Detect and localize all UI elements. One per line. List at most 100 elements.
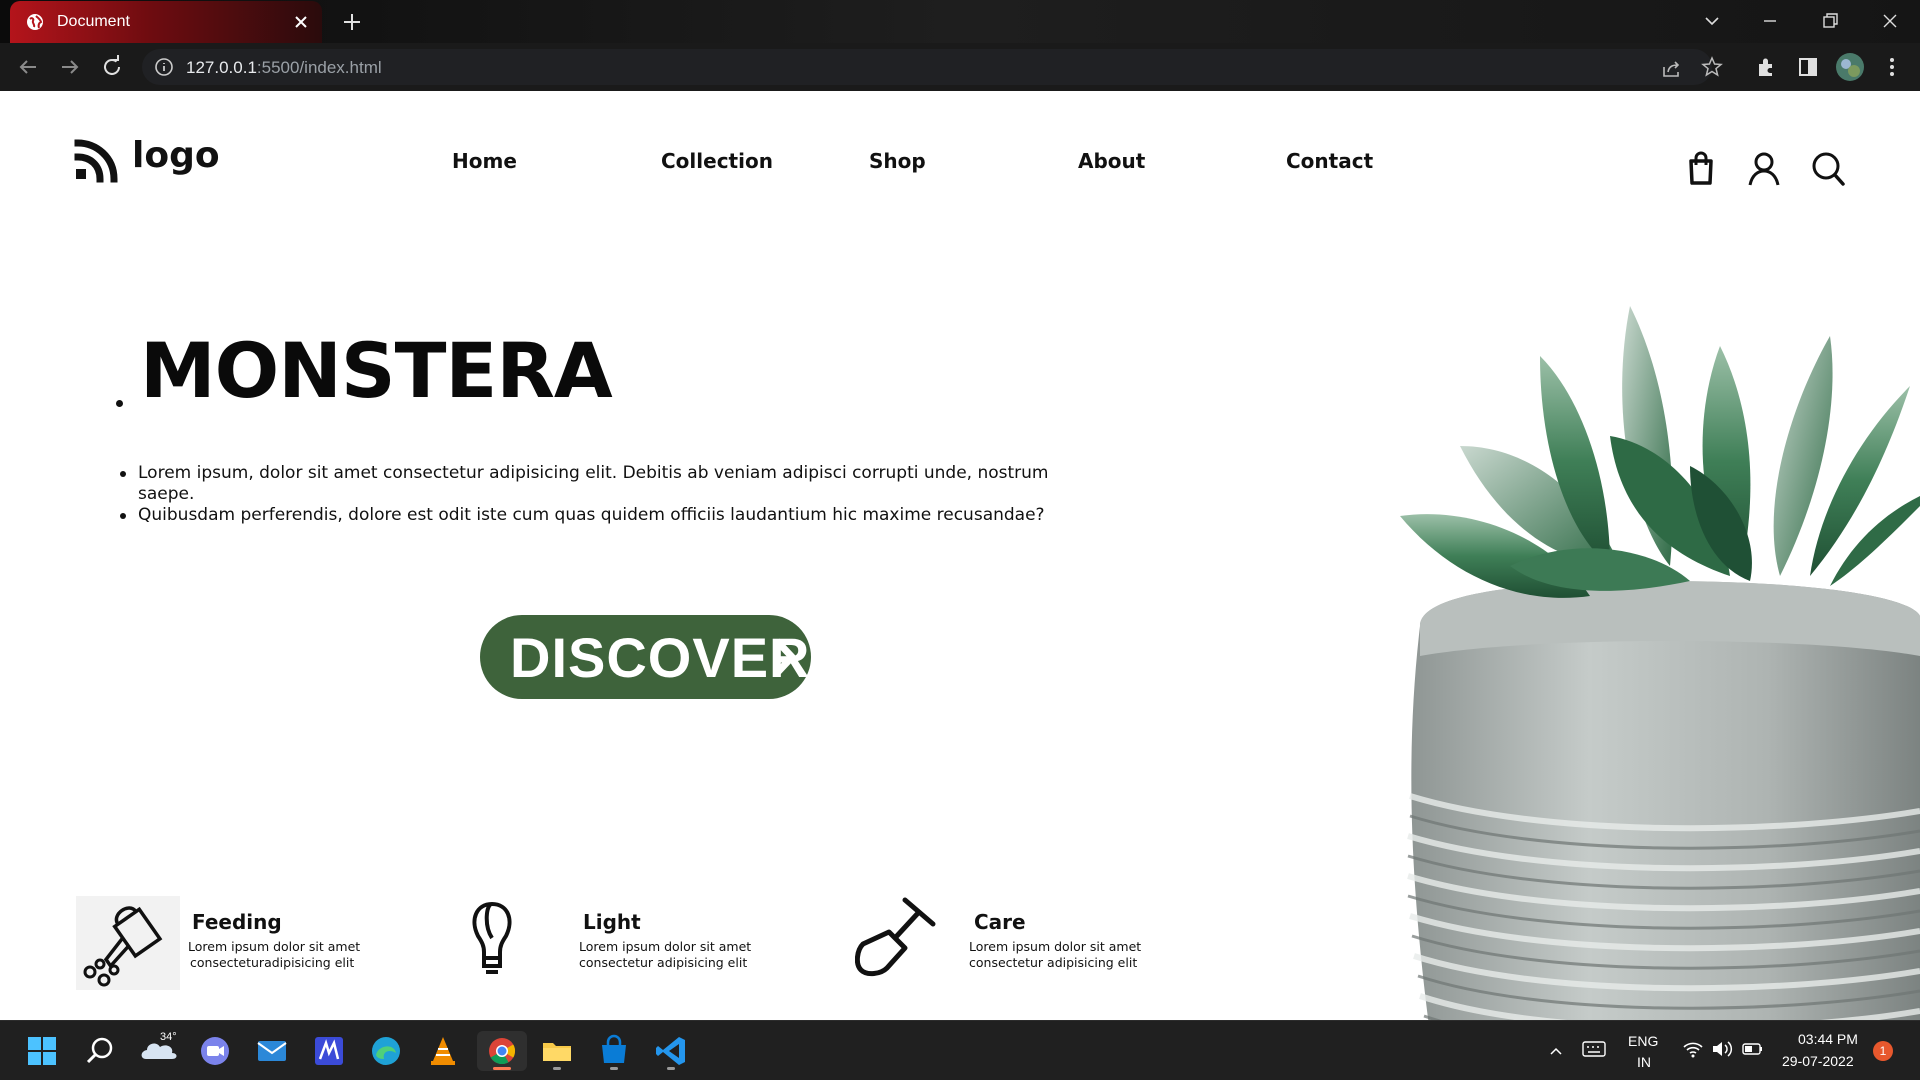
nav-contact[interactable]: Contact: [1286, 149, 1373, 173]
logo-mark-icon: [74, 139, 118, 183]
user-icon[interactable]: [1746, 149, 1782, 189]
list-item: Quibusdam perferendis, dolore est odit i…: [120, 505, 1058, 526]
nav-about[interactable]: About: [1078, 149, 1145, 173]
web-page: logo Home Collection Shop About Contact …: [0, 91, 1920, 1020]
browser-toolbar: 127.0.0.1:5500/index.html: [0, 43, 1920, 91]
chevron-right-icon: [774, 638, 797, 676]
feature-title: Feeding: [192, 910, 282, 934]
share-icon[interactable]: [1660, 57, 1684, 81]
clock-date[interactable]: 29-07-2022: [1782, 1053, 1854, 1069]
notification-badge[interactable]: 1: [1873, 1041, 1893, 1061]
bookmark-star-icon[interactable]: [1700, 55, 1724, 79]
file-explorer-button[interactable]: [537, 1031, 577, 1071]
feature-title: Light: [583, 910, 641, 934]
close-window-button[interactable]: [1866, 6, 1914, 36]
start-button[interactable]: [22, 1031, 62, 1071]
chevron-up-icon[interactable]: [1548, 1043, 1564, 1059]
feature-line-2: consecteturadipisicing elit: [190, 955, 355, 970]
globe-icon: [27, 14, 43, 30]
feature-line-2: consectetur adipisicing elit: [579, 955, 748, 970]
chrome-button[interactable]: [477, 1031, 527, 1071]
back-icon[interactable]: [14, 53, 42, 81]
volume-icon[interactable]: [1711, 1039, 1733, 1059]
vscode-icon: [656, 1037, 685, 1065]
store-icon: [602, 1034, 626, 1063]
windows-icon: [28, 1037, 56, 1065]
lightbulb-icon: [472, 902, 512, 974]
battery-icon[interactable]: [1742, 1041, 1764, 1057]
active-indicator: [493, 1067, 511, 1070]
running-indicator: [553, 1067, 561, 1070]
minimize-button[interactable]: [1746, 6, 1794, 36]
nav-collection[interactable]: Collection: [661, 149, 773, 173]
browser-tab[interactable]: Document: [10, 1, 322, 43]
language-top[interactable]: ENG: [1628, 1033, 1658, 1049]
hero-description-list: Lorem ipsum, dolor sit amet consectetur …: [120, 463, 1058, 526]
nav-shop[interactable]: Shop: [869, 149, 926, 173]
wifi-icon[interactable]: [1682, 1039, 1704, 1059]
watering-can-icon: [76, 896, 180, 990]
tab-search-button[interactable]: [1688, 6, 1736, 36]
clock-time[interactable]: 03:44 PM: [1798, 1031, 1858, 1047]
running-indicator: [610, 1067, 618, 1070]
restore-icon: [1823, 13, 1838, 28]
url-text: 127.0.0.1:5500/index.html: [186, 58, 382, 77]
vlc-icon: [431, 1037, 455, 1065]
keyboard-icon[interactable]: [1582, 1039, 1606, 1059]
list-bullet: [116, 400, 123, 407]
menu-dots-icon[interactable]: [1878, 53, 1906, 81]
chrome-icon: [489, 1038, 516, 1065]
weather-temp: 34°: [160, 1031, 177, 1043]
search-button[interactable]: [80, 1031, 120, 1071]
app-button[interactable]: [309, 1031, 349, 1071]
mail-button[interactable]: [252, 1031, 292, 1071]
side-panel-icon[interactable]: [1794, 53, 1822, 81]
store-button[interactable]: [594, 1031, 634, 1071]
browser-tab-bar: Document: [0, 0, 1920, 43]
teams-chat-button[interactable]: [195, 1031, 235, 1071]
minimize-icon: [1764, 20, 1776, 22]
discover-button[interactable]: DISCOVER: [480, 615, 811, 699]
feature-line-1: Lorem ipsum dolor sit amet: [579, 939, 752, 954]
feature-title: Care: [974, 910, 1026, 934]
site-info-icon[interactable]: [154, 57, 174, 77]
shopping-bag-icon[interactable]: [1683, 149, 1719, 189]
search-icon: [86, 1037, 113, 1064]
tab-title: Document: [57, 13, 130, 30]
logo-text: logo: [132, 135, 220, 176]
app-m-icon: [315, 1037, 343, 1065]
edge-icon: [372, 1037, 400, 1065]
close-icon: [1883, 14, 1897, 28]
reload-icon[interactable]: [98, 53, 126, 81]
vscode-button[interactable]: [651, 1031, 691, 1071]
weather-widget[interactable]: 34°: [138, 1031, 184, 1071]
feature-line-1: Lorem ipsum dolor sit amet: [188, 939, 361, 954]
new-tab-icon[interactable]: [340, 10, 364, 34]
list-item: Lorem ipsum, dolor sit amet consectetur …: [120, 463, 1058, 505]
search-icon[interactable]: [1810, 149, 1846, 189]
running-indicator: [667, 1067, 675, 1070]
extensions-icon[interactable]: [1752, 53, 1780, 81]
shovel-icon: [855, 897, 936, 977]
feature-care: Care Lorem ipsum dolor sit amet consecte…: [855, 896, 1215, 991]
address-bar[interactable]: 127.0.0.1:5500/index.html: [142, 49, 1723, 85]
folder-icon: [543, 1043, 571, 1061]
forward-icon[interactable]: [56, 53, 84, 81]
feature-feeding: Feeding Lorem ipsum dolor sit amet conse…: [76, 896, 436, 991]
feature-line-2: consectetur adipisicing elit: [969, 955, 1138, 970]
close-tab-icon[interactable]: [290, 11, 312, 33]
succulent-pot-image: [1400, 306, 1920, 1020]
language-bottom[interactable]: IN: [1637, 1054, 1651, 1070]
chat-icon: [201, 1037, 229, 1065]
discover-label: DISCOVER: [510, 626, 811, 689]
vlc-button[interactable]: [423, 1031, 463, 1071]
nav-home[interactable]: Home: [452, 149, 517, 173]
mail-icon: [257, 1041, 287, 1061]
page-title: MONSTERA: [140, 326, 613, 415]
restore-button[interactable]: [1806, 6, 1854, 36]
edge-button[interactable]: [366, 1031, 406, 1071]
profile-avatar[interactable]: [1835, 52, 1865, 82]
windows-taskbar: 34° ENG IN 03:44 PM 29-07-2022 1: [0, 1020, 1920, 1080]
chevron-down-icon: [1705, 17, 1719, 26]
feature-light: Light Lorem ipsum dolor sit amet consect…: [466, 896, 826, 991]
